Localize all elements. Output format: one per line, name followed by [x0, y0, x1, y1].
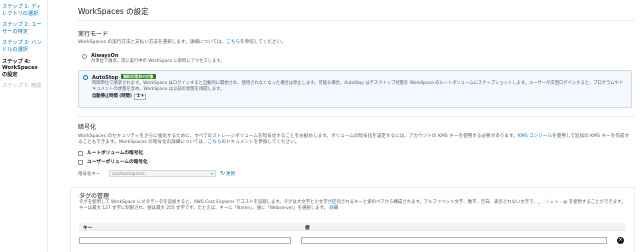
- title-divider: [78, 20, 634, 21]
- always-on-option[interactable]: AlwaysOn 月単位で請求。常に実行中の WorkSpace に即時にアクセ…: [82, 53, 224, 65]
- main-content: WorkSpaces の設定 実行モード WorkSpaces の実行方法と支払…: [58, 0, 640, 252]
- user-volume-label: ユーザーボリュームの暗号化: [87, 160, 148, 165]
- remove-tag-icon[interactable]: ×: [617, 237, 624, 244]
- autostop-idle-row: 自動停止時間 (時間) 1 ▾: [92, 94, 624, 101]
- kms-key-label: 暗号化キー: [78, 171, 101, 177]
- user-volume-encryption-option[interactable]: ユーザーボリュームの暗号化: [78, 159, 148, 165]
- page-title: WorkSpaces の設定: [78, 7, 149, 16]
- wizard-sidebar: ステップ 1: ディレクトリの選択 ステップ 2: ユーザーの特定 ステップ 3…: [0, 0, 48, 252]
- encryption-title: 暗号化: [78, 124, 97, 131]
- tags-title: タグの管理: [79, 193, 110, 200]
- refresh-icon: ↻: [220, 170, 226, 177]
- tags-desc-text: タグを使用して WorkSpace にメタデータを追加すると、AWS Cost …: [79, 200, 626, 211]
- root-volume-encryption-option[interactable]: ルートボリュームの暗号化: [78, 150, 143, 156]
- refresh-kms-button[interactable]: ↻ 更新: [220, 170, 235, 177]
- tags-learn-more-link[interactable]: 詳細: [329, 206, 338, 211]
- kms-console-link[interactable]: KMS コンソール: [518, 134, 552, 139]
- encryption-help-link[interactable]: こちら: [208, 140, 222, 145]
- autostop-option[interactable]: AutoStop 無料利用枠の対象 時間単位で請求されます。WorkSpace は…: [83, 74, 624, 101]
- step-4-current: ステップ 4: WorkSpaces の設定: [2, 58, 38, 78]
- encryption-desc-text: WorkSpaces のセキュリティをさらに強化するために、すべてのストレージボ…: [78, 134, 518, 139]
- kms-key-select[interactable]: aws/workspaces ▾: [109, 170, 216, 177]
- root-volume-checkbox[interactable]: [78, 150, 83, 156]
- running-mode-description: WorkSpaces の実行方法と支払い方法を選択します。詳細については、こちら…: [78, 40, 630, 46]
- user-volume-checkbox[interactable]: [78, 159, 83, 165]
- autostop-hours-value: 1: [136, 94, 140, 100]
- step-3-link[interactable]: ステップ 3: バンドルの選択: [2, 40, 44, 53]
- kms-key-row: 暗号化キー aws/workspaces ▾ ↻ 更新: [78, 170, 235, 177]
- always-on-description: 月単位で請求。常に実行中の WorkSpace に即時にアクセスします。: [91, 59, 225, 64]
- root-volume-label: ルートボリュームの暗号化: [87, 151, 144, 156]
- tag-key-header: キー: [83, 225, 93, 231]
- autostop-option-box[interactable]: AutoStop 無料利用枠の対象 時間単位で請求されます。WorkSpace は…: [78, 70, 632, 108]
- autostop-description: 時間単位で請求されます。WorkSpace はログインすると自動的に開始され、使…: [92, 81, 624, 92]
- running-mode-desc-suffix: を参照してください。: [240, 40, 286, 45]
- running-mode-help-link[interactable]: こちら: [226, 40, 240, 45]
- free-tier-badge: 無料利用枠の対象: [121, 74, 156, 79]
- running-mode-desc-text: WorkSpaces の実行方法と支払い方法を選択します。詳細については、: [78, 40, 227, 45]
- chevron-down-icon: ▾: [141, 94, 144, 100]
- tag-key-input[interactable]: [79, 237, 291, 244]
- tag-value-header: 値: [305, 225, 310, 231]
- running-mode-title: 実行モード: [78, 31, 109, 38]
- autostop-hours-select[interactable]: 1 ▾: [133, 94, 147, 101]
- autostop-idle-label: 自動停止時間 (時間): [92, 94, 132, 100]
- section-divider: [78, 116, 634, 117]
- step-5-disabled: ステップ 5: 確認: [2, 83, 42, 90]
- kms-key-value: aws/workspaces: [112, 171, 145, 176]
- chevron-down-icon: ▾: [210, 171, 213, 176]
- tags-description: タグを使用して WorkSpace にメタデータを追加すると、AWS Cost …: [79, 200, 626, 212]
- step-2-link[interactable]: ステップ 2: ユーザーの特定: [2, 22, 44, 35]
- refresh-label: 更新: [226, 171, 236, 177]
- tags-panel: タグの管理 タグを使用して WorkSpace にメタデータを追加すると、AWS…: [70, 187, 635, 252]
- step-1-link[interactable]: ステップ 1: ディレクトリの選択: [2, 4, 44, 17]
- tags-table-header: キー 値: [79, 223, 626, 231]
- encryption-description: WorkSpaces のセキュリティをさらに強化するために、すべてのストレージボ…: [78, 134, 630, 146]
- encryption-desc-suffix: のドキュメントを参照してください。: [221, 140, 300, 145]
- tag-value-input[interactable]: [301, 237, 607, 244]
- autostop-label-row: AutoStop 無料利用枠の対象: [92, 74, 624, 81]
